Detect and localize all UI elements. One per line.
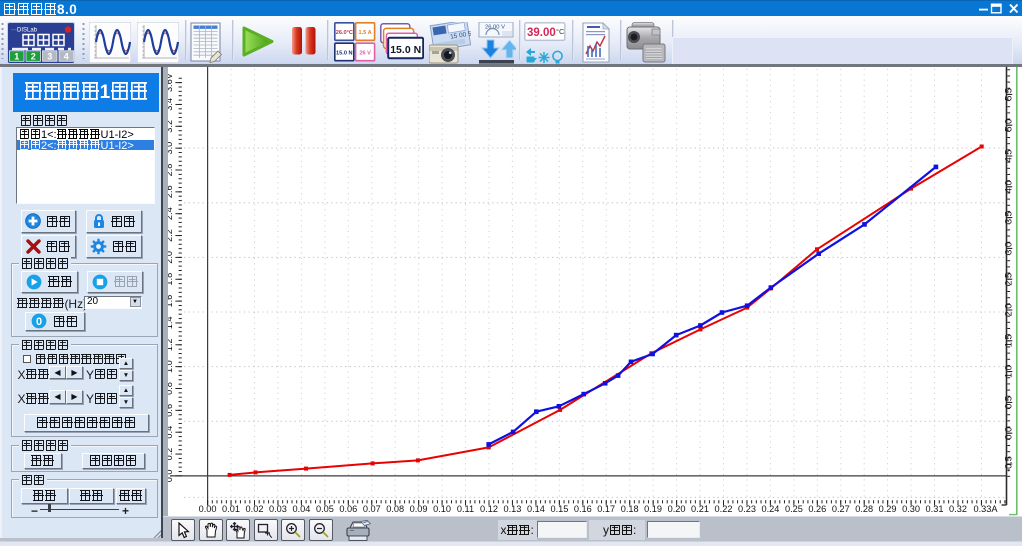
svg-text:0.31: 0.31 [926, 504, 944, 514]
svg-text:0.24: 0.24 [761, 504, 779, 514]
svg-text:1.0: 1.0 [1003, 365, 1013, 378]
svg-text:0.01: 0.01 [222, 504, 240, 514]
svg-text:0.14: 0.14 [527, 504, 545, 514]
svg-text:4: 4 [64, 51, 69, 61]
svg-text:0.17: 0.17 [597, 504, 615, 514]
svg-text:2: 2 [31, 51, 36, 61]
svg-text:0.15: 0.15 [550, 504, 568, 514]
svg-text:0.04: 0.04 [292, 504, 310, 514]
svg-text:0.07: 0.07 [363, 504, 381, 514]
svg-text:3.5: 3.5 [1003, 211, 1013, 224]
svg-text:15.0 N: 15.0 N [390, 43, 421, 55]
svg-text:3.0: 3.0 [1003, 242, 1013, 255]
svg-text:0.02: 0.02 [246, 504, 264, 514]
svg-text:0.29: 0.29 [879, 504, 897, 514]
svg-text:39.00: 39.00 [527, 27, 556, 39]
svg-text:0.22: 0.22 [715, 504, 733, 514]
svg-text:0.09: 0.09 [410, 504, 428, 514]
svg-text:0.05: 0.05 [316, 504, 334, 514]
svg-text:0.25: 0.25 [785, 504, 803, 514]
svg-text:0.00: 0.00 [199, 504, 217, 514]
svg-text:0.12: 0.12 [480, 504, 498, 514]
svg-text:2.5: 2.5 [1003, 273, 1013, 286]
svg-text:0.33A: 0.33A [973, 504, 998, 514]
svg-text:1: 1 [14, 51, 19, 61]
svg-text:0.03: 0.03 [269, 504, 287, 514]
svg-text:0.16: 0.16 [574, 504, 592, 514]
svg-text:···DISLab: ···DISLab [11, 27, 38, 33]
svg-text:0.13: 0.13 [503, 504, 521, 514]
svg-text:5.5: 5.5 [1003, 88, 1013, 101]
svg-text:26.0°C: 26.0°C [335, 30, 352, 36]
svg-text:0.28: 0.28 [855, 504, 873, 514]
svg-text:0.19: 0.19 [644, 504, 662, 514]
svg-text:5.0: 5.0 [1003, 119, 1013, 132]
svg-text:26 V: 26 V [359, 50, 371, 56]
svg-text:0: 0 [36, 316, 42, 328]
svg-text:2.0: 2.0 [1003, 304, 1013, 317]
svg-text:0.32: 0.32 [949, 504, 967, 514]
svg-text:0.21: 0.21 [691, 504, 709, 514]
svg-text:1.5: 1.5 [1003, 334, 1013, 347]
svg-text:0.18: 0.18 [621, 504, 639, 514]
svg-text:°C: °C [556, 27, 565, 36]
svg-text:0.11: 0.11 [457, 504, 474, 514]
svg-text:0.26: 0.26 [808, 504, 826, 514]
svg-text:0.20: 0.20 [668, 504, 686, 514]
svg-text:0.08: 0.08 [386, 504, 404, 514]
svg-text:1.5 A: 1.5 A [358, 30, 371, 36]
svg-text:0.0: 0.0 [1003, 427, 1013, 440]
svg-text:0.23: 0.23 [738, 504, 756, 514]
svg-text:0.30: 0.30 [902, 504, 920, 514]
svg-text:0.27: 0.27 [832, 504, 850, 514]
svg-text:15.0 N: 15.0 N [336, 50, 352, 56]
svg-text:4.0: 4.0 [1003, 180, 1013, 193]
svg-text:4.5: 4.5 [1003, 150, 1013, 163]
svg-text:0.10: 0.10 [433, 504, 451, 514]
svg-text:3: 3 [47, 51, 52, 61]
svg-text:0.06: 0.06 [339, 504, 357, 514]
svg-text:-0.5: -0.5 [1003, 456, 1013, 472]
svg-text:0.5: 0.5 [1003, 396, 1013, 409]
